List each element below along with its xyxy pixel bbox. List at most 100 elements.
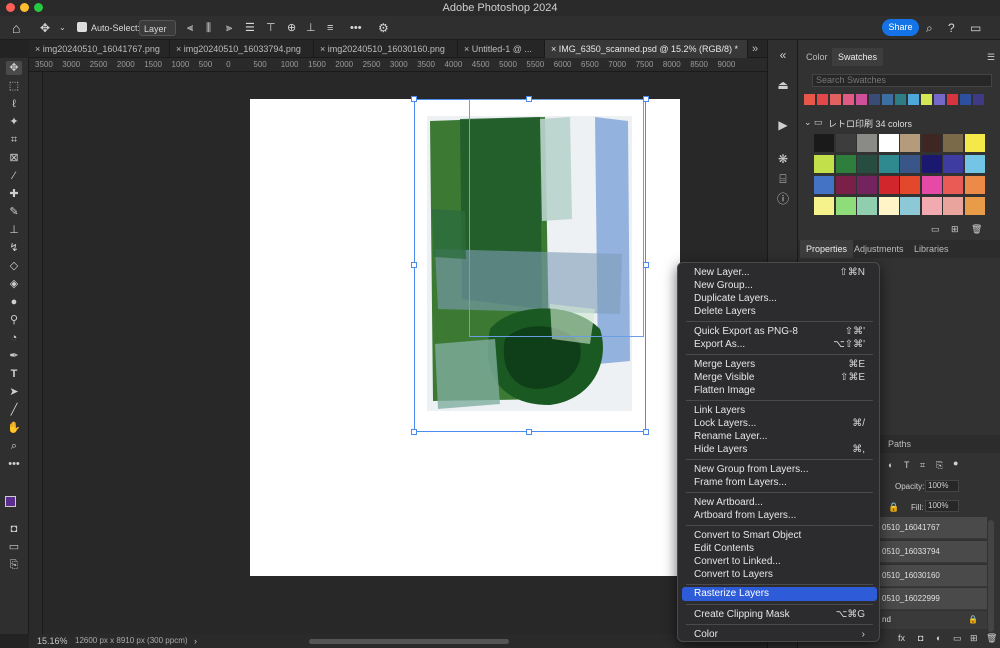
color-swatch[interactable] [835, 134, 856, 152]
info-icon[interactable]: ⓘ [776, 192, 790, 206]
menu-item-delete-layers[interactable]: Delete Layers [682, 305, 877, 318]
menu-item-convert-to-linked[interactable]: Convert to Linked... [682, 555, 877, 568]
move-tool-icon[interactable]: ✥ [6, 61, 22, 75]
menu-item-merge-visible[interactable]: Merge Visible ⇧⌘E [682, 371, 877, 384]
lock-icon[interactable]: 🔒 [888, 502, 899, 513]
color-swatch[interactable] [878, 176, 899, 194]
path-selection-tool-icon[interactable]: ➤ [6, 385, 22, 399]
menu-item-convert-smart-object[interactable]: Convert to Smart Object [682, 529, 877, 542]
help-icon[interactable]: ? [948, 20, 955, 36]
opacity-field[interactable]: 100% [925, 480, 959, 492]
color-swatch[interactable] [964, 197, 985, 215]
tab-paths[interactable]: Paths [882, 435, 917, 453]
delete-icon[interactable]: 🗑 [971, 224, 982, 235]
tab-document-2[interactable]: × img20240510_16033794.png [170, 40, 314, 58]
magnify-dodge-icon[interactable]: ◔ [6, 331, 22, 345]
color-swatch[interactable] [921, 176, 942, 194]
color-swatch[interactable] [835, 155, 856, 173]
add-mask-icon[interactable]: ◘ [918, 633, 923, 643]
align-middle-icon[interactable]: ⊕ [287, 20, 296, 36]
crop-tool-icon[interactable]: ⌗ [6, 133, 22, 147]
tab-color[interactable]: Color [800, 48, 834, 66]
hand-tool-icon[interactable]: ✋ [6, 421, 22, 435]
share-button[interactable]: Share [882, 19, 919, 36]
transform-handle-tr[interactable] [643, 96, 649, 102]
recent-swatch[interactable] [830, 94, 841, 105]
recent-swatch[interactable] [895, 94, 906, 105]
recent-swatch[interactable] [934, 94, 945, 105]
pen-tool-icon[interactable]: ✒ [6, 349, 22, 363]
menu-item-merge-layers[interactable]: Merge Layers ⌘E [682, 358, 877, 371]
move-tool-icon[interactable]: ✥ [40, 20, 50, 36]
color-swatch[interactable] [921, 197, 942, 215]
recent-swatch[interactable] [947, 94, 958, 105]
menu-item-rename-layer[interactable]: Rename Layer... [682, 430, 877, 443]
brush-settings-icon[interactable]: ❋ [776, 152, 790, 166]
recent-swatch[interactable] [856, 94, 867, 105]
tab-adjustments[interactable]: Adjustments [848, 240, 910, 258]
transform-handle-mr[interactable] [643, 262, 649, 268]
menu-item-lock-layers[interactable]: Lock Layers... ⌘/ [682, 417, 877, 430]
color-swatch[interactable] [857, 176, 877, 194]
status-menu-arrow[interactable]: › [194, 634, 197, 648]
menu-item-frame-from-layers[interactable]: Frame from Layers... [682, 476, 877, 489]
color-swatch[interactable] [900, 155, 920, 173]
filter-shape-icon[interactable]: ⌗ [920, 460, 925, 471]
document-canvas[interactable] [250, 96, 680, 576]
add-style-icon[interactable]: fx [898, 633, 905, 643]
transform-handle-tl[interactable] [411, 96, 417, 102]
menu-item-duplicate-layers[interactable]: Duplicate Layers... [682, 292, 877, 305]
new-group-icon[interactable]: ▭ [953, 633, 962, 644]
recent-swatch[interactable] [921, 94, 932, 105]
menu-item-rasterize-layers[interactable]: Rasterize Layers [682, 587, 877, 601]
color-swatch[interactable] [964, 134, 985, 152]
distribute-vertical-icon[interactable]: ≡ [327, 20, 333, 36]
paint-bucket-tool-icon[interactable]: ◈ [6, 277, 22, 291]
tab-properties[interactable]: Properties [800, 240, 854, 258]
color-swatch[interactable] [943, 134, 963, 152]
filter-type-icon[interactable]: T [904, 460, 910, 470]
color-swatch[interactable] [814, 155, 834, 173]
recent-swatch[interactable] [973, 94, 984, 105]
type-tool-icon[interactable]: T [6, 367, 22, 381]
workspace-icon[interactable]: ▭ [970, 20, 981, 36]
eraser-tool-icon[interactable]: ◇ [6, 259, 22, 273]
menu-item-link-layers[interactable]: Link Layers [682, 404, 877, 417]
menu-item-hide-layers[interactable]: Hide Layers ⌘, [682, 443, 877, 456]
color-swatch[interactable] [921, 155, 942, 173]
new-group-icon[interactable]: ▭ [931, 224, 940, 235]
distribute-icon[interactable]: ☰ [245, 20, 255, 36]
transform-handle-bc[interactable] [526, 429, 532, 435]
swatch-group-name[interactable]: レトロ印刷 34 colors [828, 117, 912, 130]
color-swatch[interactable] [900, 176, 920, 194]
more-tools-icon[interactable]: ••• [6, 457, 22, 471]
color-swatch[interactable] [943, 197, 963, 215]
quick-mask-icon[interactable]: ◘ [6, 522, 22, 536]
brush-tool-icon[interactable]: ✎ [6, 205, 22, 219]
stamp-tool-icon[interactable]: ⊥ [6, 223, 22, 237]
menu-item-convert-to-layers[interactable]: Convert to Layers [682, 568, 877, 581]
transform-handle-tc[interactable] [526, 96, 532, 102]
color-swatch[interactable] [814, 176, 834, 194]
menu-item-artboard-from-layers[interactable]: Artboard from Layers... [682, 509, 877, 522]
menu-item-new-group[interactable]: New Group... [682, 279, 877, 292]
color-swatch[interactable] [814, 134, 834, 152]
marquee-tool-icon[interactable]: ⬚ [6, 79, 22, 93]
color-swatch[interactable] [964, 176, 985, 194]
color-swatch[interactable] [878, 134, 899, 152]
color-swatch[interactable] [943, 176, 963, 194]
line-tool-icon[interactable]: ╱ [6, 403, 22, 417]
canvas-area[interactable] [43, 72, 767, 634]
layer-row[interactable]: 0510_16041767 [880, 517, 987, 539]
zoom-level[interactable]: 15.16% [37, 634, 68, 648]
layer-row[interactable]: 0510_16030160 [880, 565, 987, 587]
tab-libraries[interactable]: Libraries [908, 240, 955, 258]
delete-layer-icon[interactable]: 🗑 [986, 633, 997, 644]
color-swatch[interactable] [857, 134, 877, 152]
new-swatch-icon[interactable]: ⊞ [951, 224, 959, 235]
recent-swatch[interactable] [908, 94, 919, 105]
zoom-tool-icon[interactable]: ⌕ [6, 439, 22, 453]
color-swatch[interactable] [857, 197, 877, 215]
menu-item-color[interactable]: Color › [682, 628, 877, 641]
align-top-icon[interactable]: ⊤ [266, 20, 276, 36]
